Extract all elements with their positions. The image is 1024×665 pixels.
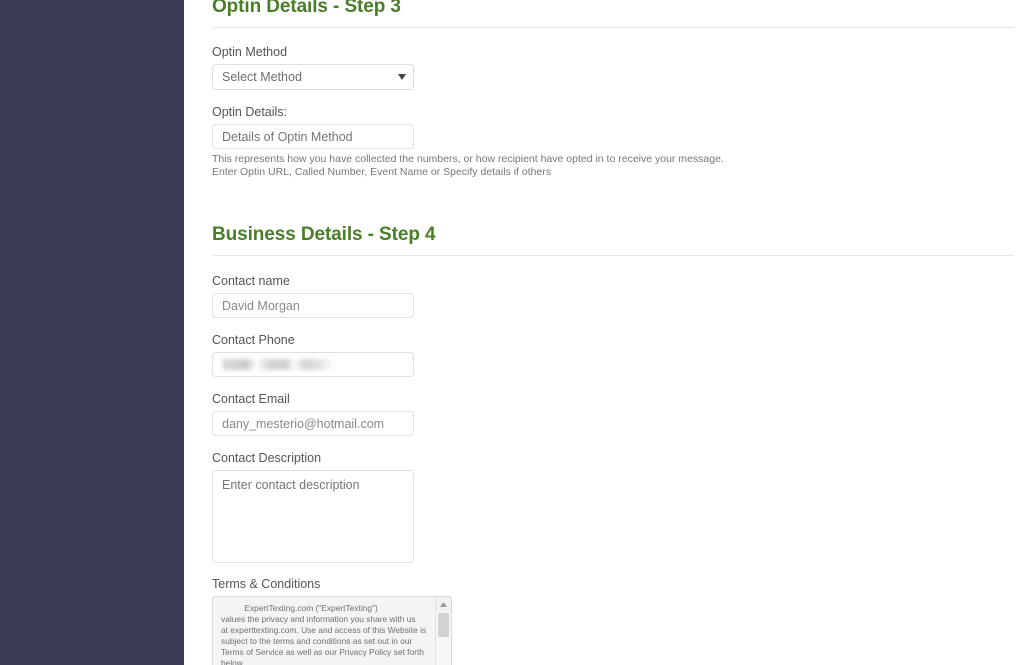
optin-details-input[interactable]: [212, 124, 414, 149]
contact-email-field: Contact Email: [212, 391, 1013, 436]
scrollbar-track[interactable]: [436, 611, 451, 665]
page-root: Optin Details - Step 3 Optin Method Sele…: [0, 0, 1024, 665]
optin-method-select[interactable]: Select Method: [212, 64, 414, 90]
contact-phone-input[interactable]: [212, 352, 414, 377]
optin-help-line-1: This represents how you have collected t…: [212, 153, 724, 165]
optin-method-label: Optin Method: [212, 45, 288, 59]
terms-and-conditions-field: Terms & Conditions ExpertTexting.com ("E…: [212, 576, 1013, 665]
contact-name-label: Contact name: [212, 274, 290, 288]
optin-method-field: Optin Method Select Method: [212, 44, 1013, 90]
contact-description-field: Contact Description: [212, 450, 1013, 563]
business-details-section: Business Details - Step 4 Contact name C…: [212, 224, 1014, 665]
optin-details-heading: Optin Details - Step 3: [212, 0, 401, 17]
section-divider: [212, 255, 1014, 256]
business-details-heading: Business Details - Step 4: [212, 224, 436, 245]
contact-description-label: Contact Description: [212, 451, 322, 465]
optin-details-label: Optin Details:: [212, 105, 288, 119]
contact-email-input[interactable]: [212, 411, 414, 436]
optin-help-text: This represents how you have collected t…: [212, 153, 1013, 178]
contact-description-textarea[interactable]: [212, 470, 414, 563]
main-content: Optin Details - Step 3 Optin Method Sele…: [184, 0, 1024, 665]
scroll-up-icon[interactable]: [436, 597, 451, 611]
contact-name-field: Contact name: [212, 273, 1013, 318]
contact-phone-label: Contact Phone: [212, 333, 295, 347]
terms-and-conditions-label: Terms & Conditions: [212, 577, 321, 591]
contact-phone-field: Contact Phone: [212, 332, 1013, 377]
optin-details-field: Optin Details:: [212, 104, 1013, 149]
terms-and-conditions-box[interactable]: ExpertTexting.com ("ExpertTexting") valu…: [212, 596, 452, 665]
section-divider: [212, 27, 1014, 28]
navigation-sidebar: [0, 0, 184, 665]
optin-help-line-2: Enter Optin URL, Called Number, Event Na…: [212, 165, 552, 178]
contact-email-label: Contact Email: [212, 392, 290, 406]
contact-name-input[interactable]: [212, 293, 414, 318]
optin-details-section: Optin Details - Step 3 Optin Method Sele…: [212, 0, 1014, 178]
terms-scrollbar[interactable]: [435, 597, 451, 665]
redacted-phone-value: [222, 359, 334, 370]
optin-method-select-wrap: Select Method: [212, 64, 414, 90]
scrollbar-thumb[interactable]: [438, 613, 449, 637]
terms-and-conditions-text: ExpertTexting.com ("ExpertTexting") valu…: [221, 603, 427, 665]
